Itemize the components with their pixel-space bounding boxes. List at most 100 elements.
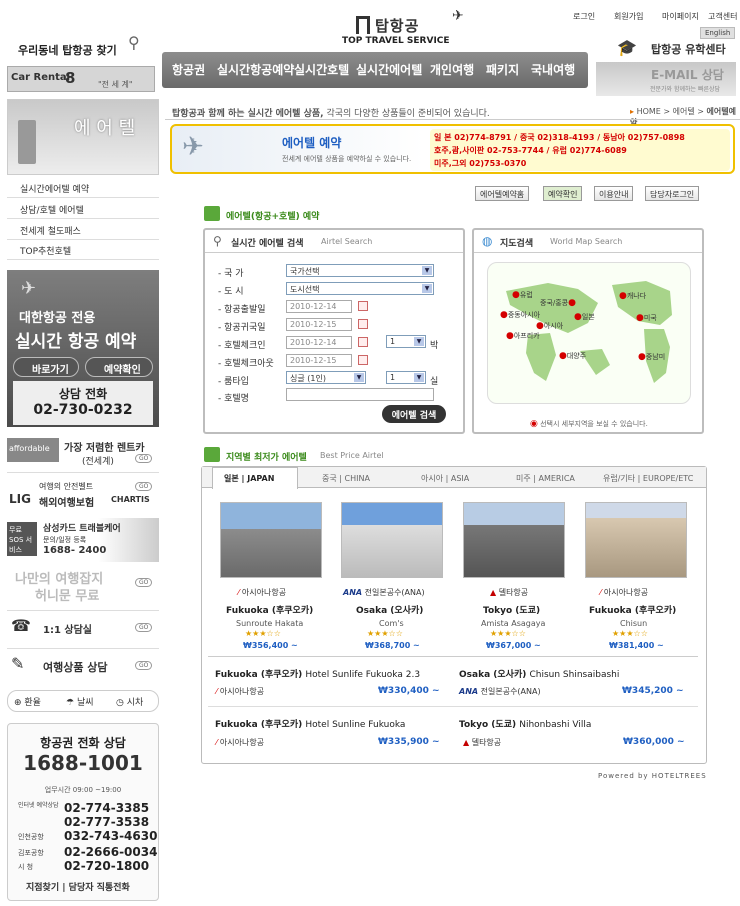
login-link[interactable]: 로그인 <box>573 11 595 22</box>
calendar-icon[interactable] <box>358 337 368 347</box>
rooms-select[interactable]: 1 ▼ <box>386 371 426 384</box>
region-japan[interactable]: ●일본 <box>574 312 595 322</box>
region-latin-america[interactable]: ●중남미 <box>638 352 665 362</box>
roomtype-select[interactable]: 싱글 (1인) ▼ <box>286 371 366 384</box>
insurance-title: 여행의 안전벨트 <box>39 482 94 491</box>
signup-link[interactable]: 회원가입 <box>614 11 643 22</box>
tab-usage-guide[interactable]: 이용안내 <box>594 186 634 201</box>
hotel-name-input[interactable] <box>286 388 434 401</box>
card-price: ₩356,400 ~ <box>243 641 298 650</box>
card-hotel-name[interactable]: Amista Asagaya <box>481 619 545 628</box>
airtel-search-button[interactable]: 에어텔 검색 <box>382 405 446 423</box>
divider <box>7 239 159 240</box>
list-item-title[interactable]: Tokyo (도쿄) Nihonbashi Villa <box>459 717 591 730</box>
hotel-photo[interactable] <box>463 502 565 578</box>
hotel-photo[interactable] <box>220 502 322 578</box>
region-europe[interactable]: ●유럽 <box>512 290 533 300</box>
sidebar-item-realtime-airtel[interactable]: 실시간에어텔 예약 <box>20 182 89 195</box>
card-hotel-name[interactable]: Sunroute Hakata <box>236 619 303 628</box>
country-label-text: 국 가 <box>224 269 244 279</box>
region-africa[interactable]: ●아프리카 <box>506 331 540 341</box>
promo-confirm-button[interactable]: 예약확인 <box>85 357 153 377</box>
region-china[interactable]: 중국/홍콩● <box>540 298 576 308</box>
go-button[interactable]: GO <box>135 454 153 463</box>
nav-domestic[interactable]: 국내여행 <box>531 61 575 78</box>
list-item-title[interactable]: Fukuoka (후쿠오카) Hotel Sunlife Fukuoka 2.3 <box>215 667 420 680</box>
departure-date-input[interactable]: 2010-12-14 <box>286 300 352 313</box>
breadcrumb-airtel[interactable]: 에어텔 <box>673 107 695 116</box>
list-item-title[interactable]: Fukuoka (후쿠오카) Hotel Sunline Fukuoka <box>215 717 405 730</box>
calendar-icon[interactable] <box>358 355 368 365</box>
timezone-link[interactable]: ◷ 시차 <box>116 695 143 708</box>
nights-select[interactable]: 1 ▼ <box>386 335 426 348</box>
country-select[interactable]: 국가선택 ▼ <box>286 264 434 277</box>
tab-staff-login[interactable]: 담당자로그인 <box>645 186 700 201</box>
travelcare-ad[interactable]: 무료 SOS 서비스 삼성카드 트래블케어 문의/일정 등록 1688- 240… <box>7 518 159 562</box>
rooms-value: 1 <box>390 373 396 382</box>
exchange-rate-link[interactable]: ⊕ 환율 <box>14 695 41 708</box>
weather-link[interactable]: ☂ 날씨 <box>66 695 94 708</box>
region-usa[interactable]: ●미국 <box>636 313 657 323</box>
globe-icon: ◍ <box>482 234 493 248</box>
phone-box-footer[interactable]: 지점찾기 | 담당자 직통전화 <box>26 880 130 893</box>
mypage-link[interactable]: 마이페이지 <box>662 11 699 22</box>
nav-individual-travel[interactable]: 개인여행 <box>430 61 474 78</box>
region-middle-east[interactable]: ●중동아시아 <box>500 310 540 320</box>
list-item-hotel: Chisun Shinsaibashi <box>529 670 620 680</box>
one-to-one-consult[interactable]: ☎ 1:1 상담실 GO <box>7 614 159 644</box>
return-date-input[interactable]: 2010-12-15 <box>286 318 352 331</box>
chevron-down-icon: ▼ <box>354 373 364 382</box>
card-hotel-name[interactable]: Chisun <box>620 619 647 628</box>
city-select[interactable]: 도시선택 ▼ <box>286 282 434 295</box>
chartis-logo: CHARTIS <box>111 495 150 504</box>
tab-europe[interactable]: 유럽/기타 | EUROPE/ETC <box>603 473 693 484</box>
go-button[interactable]: GO <box>135 482 153 491</box>
magnifier-icon: ⚲ <box>128 33 140 52</box>
nav-realtime-hotel[interactable]: 실시간호텔 <box>294 61 349 78</box>
nav-realtime-airtel[interactable]: 실시간에어텔 <box>356 61 422 78</box>
study-abroad-link[interactable]: 탑항공 유학센타 <box>651 41 726 57</box>
email-consult-banner[interactable]: E-MAIL 상담 전문가와 함께하는 빠른상담 <box>596 62 736 96</box>
go-button[interactable]: GO <box>135 578 153 587</box>
tab-asia[interactable]: 아시아 | ASIA <box>421 473 469 484</box>
checkin-date-input[interactable]: 2010-12-14 <box>286 336 352 349</box>
nav-package[interactable]: 패키지 <box>486 61 519 78</box>
english-link[interactable]: English <box>700 27 736 39</box>
logo[interactable]: 탑항공 <box>375 15 419 36</box>
nav-realtime-flight[interactable]: 실시간항공예약 <box>217 61 294 78</box>
go-button[interactable]: GO <box>135 661 153 670</box>
contact-line: 미주,그외 02)753-0370 <box>434 159 527 168</box>
tab-america[interactable]: 미주 | AMERICA <box>516 473 575 484</box>
region-label: 일본 <box>581 313 595 321</box>
hotel-photo[interactable] <box>341 502 443 578</box>
tab-airtel-home[interactable]: 에어텔예약홈 <box>475 186 530 201</box>
customer-center-link[interactable]: 고객센터 <box>708 11 737 22</box>
magazine-ad[interactable]: 나만의 여행잡지 허니문 무료 GO <box>7 566 159 606</box>
card-hotel-name[interactable]: Com's <box>379 619 404 628</box>
sidebar-item-consult-airtel[interactable]: 상담/호텔 에어텔 <box>20 203 84 216</box>
sidebar-item-rail-pass[interactable]: 전세계 철도패스 <box>20 224 81 237</box>
card-city: Osaka (오사카) <box>356 606 424 616</box>
product-consult[interactable]: ✎ 여행상품 상담 GO <box>7 652 159 682</box>
tab-japan[interactable]: 일본 | JAPAN <box>224 473 274 484</box>
promo-go-button[interactable]: 바로가기 <box>13 357 79 377</box>
nav-flights[interactable]: 항공권 <box>172 61 205 78</box>
region-label: 대양주 <box>566 352 587 360</box>
tab-reservation-check[interactable]: 예약확인 <box>543 186 583 201</box>
local-branch-finder[interactable]: 우리동네 탑항공 찾기 <box>18 42 117 58</box>
breadcrumb-home[interactable]: HOME <box>637 107 661 116</box>
tab-china[interactable]: 중국 | CHINA <box>322 473 370 484</box>
rentcar-ad[interactable]: affordable 가장 저렴한 렌트카 (전세계) GO <box>7 436 159 468</box>
hotel-photo[interactable] <box>585 502 687 578</box>
region-asia[interactable]: ●아시아 <box>536 321 563 331</box>
checkout-date-input[interactable]: 2010-12-15 <box>286 354 352 367</box>
go-button[interactable]: GO <box>135 623 153 632</box>
sidebar-item-top-hotels[interactable]: TOP추천호텔 <box>20 244 71 257</box>
region-canada[interactable]: ●캐나다 <box>619 291 646 301</box>
list-item-title[interactable]: Osaka (오사카) Chisun Shinsaibashi <box>459 667 619 680</box>
car-rental-banner[interactable]: Car Rental 8 "전 세 계" <box>7 66 155 92</box>
calendar-icon[interactable] <box>358 301 368 311</box>
region-oceania[interactable]: ●대양주 <box>559 351 586 361</box>
calendar-icon[interactable] <box>358 319 368 329</box>
insurance-ad[interactable]: LIG 여행의 안전벨트 해외여행보험 CHARTIS GO <box>7 478 159 512</box>
